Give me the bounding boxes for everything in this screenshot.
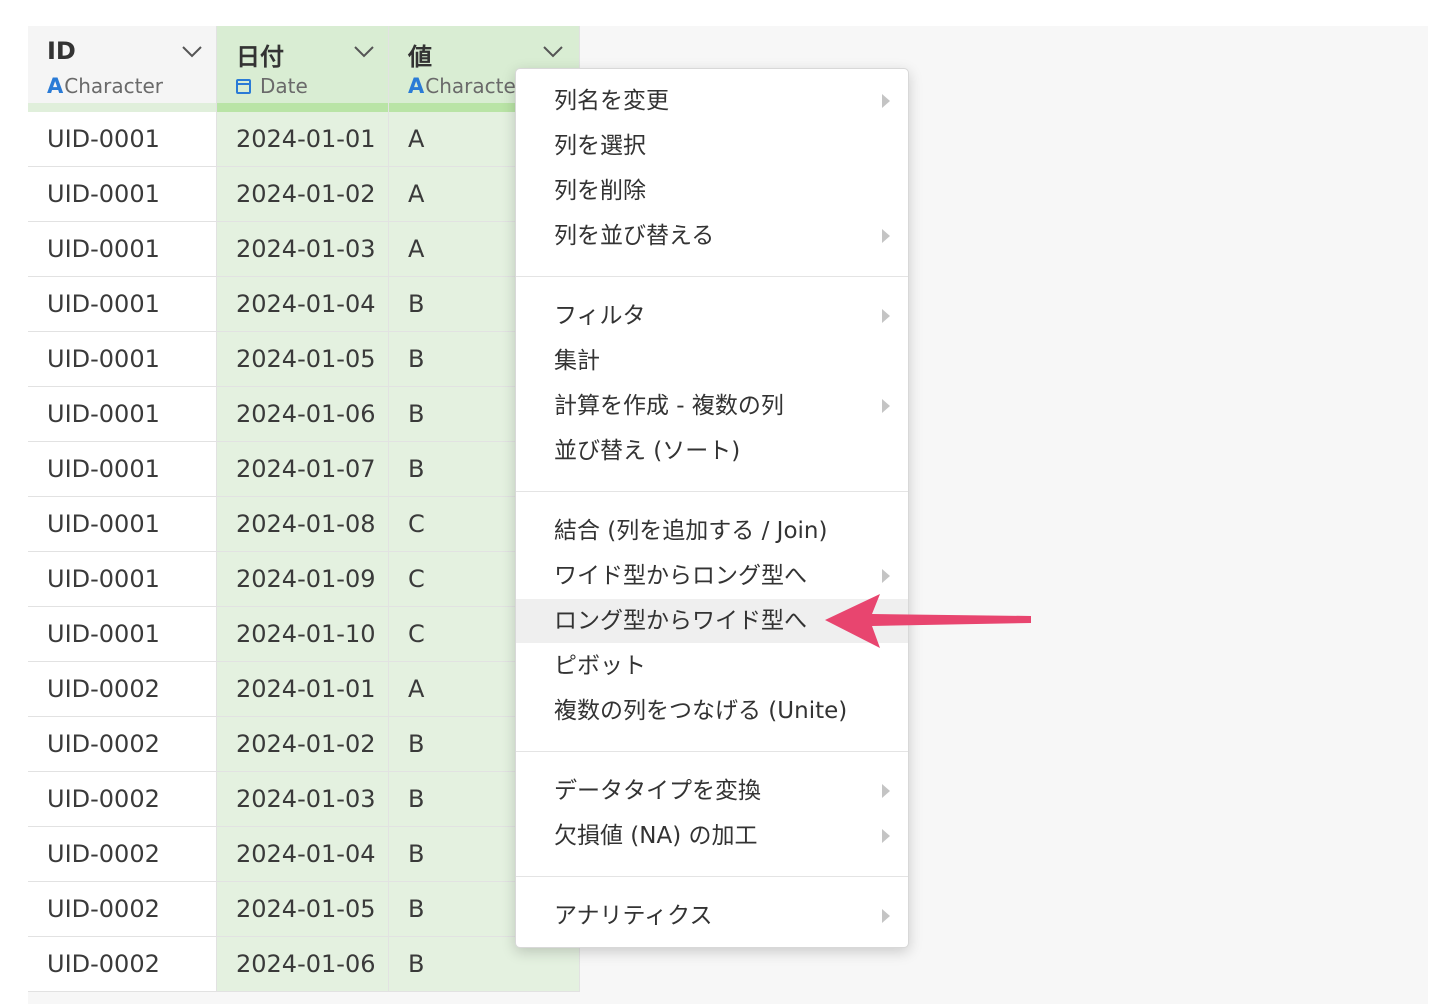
menu-item[interactable]: 列を並び替える [516,214,908,258]
column-type: A Characte [408,74,516,98]
table-cell[interactable]: 2024-01-07 [217,442,389,497]
menu-separator [516,751,908,752]
table-cell[interactable]: 2024-01-02 [217,717,389,772]
column-type-label: Characte [425,74,516,98]
column-id: ID A Character UID-0001 UID-0001 UID-0001 U… [28,26,217,992]
menu-item-label: 計算を作成 - 複数の列 [554,393,784,419]
column-type: Date [236,74,308,98]
letter-a-icon: A [47,74,64,98]
calendar-icon [236,78,251,94]
menu-item-label: 並び替え (ソート) [554,438,741,464]
menu-item-label: 列を並び替える [554,223,715,249]
triangle-right-icon [882,829,890,843]
menu-separator [516,276,908,277]
menu-separator [516,876,908,877]
column-cells: UID-0001 UID-0001 UID-0001 UID-0001 UID-0001… [28,112,217,992]
column-type-label: Character [64,74,164,98]
menu-item-label: アナリティクス [554,903,713,929]
table-cell[interactable]: 2024-01-02 [217,167,389,222]
table-cell[interactable]: 2024-01-06 [217,937,389,992]
menu-item-label: 複数の列をつなげる (Unite) [554,698,848,724]
table-cell[interactable]: UID-0001 [28,277,217,332]
column-selected-bar [217,103,389,112]
letter-a-icon: A [408,74,425,98]
table-cell[interactable]: UID-0001 [28,387,217,442]
column-name: 値 [408,43,432,71]
table-cell[interactable]: UID-0001 [28,112,217,167]
triangle-right-icon [882,784,890,798]
menu-item-label: フィルタ [554,303,646,329]
menu-item-label: ピボット [554,653,646,679]
table-cell[interactable]: 2024-01-01 [217,662,389,717]
column-context-menu: 列名を変更列を選択列を削除列を並び替える フィルタ集計計算を作成 - 複数の列 並び… [515,68,909,948]
column-type-label: Date [260,74,308,98]
menu-item-label: データタイプを変換 [554,778,761,804]
menu-item[interactable]: データタイプを変換 [516,769,908,813]
table-cell[interactable]: UID-0002 [28,827,217,882]
column-name: ID [47,37,76,65]
menu-item-label: 欠損値 (NA) の加工 [554,823,758,849]
table-cell[interactable]: 2024-01-03 [217,222,389,277]
menu-item[interactable]: フィルタ [516,294,908,338]
table-cell[interactable]: 2024-01-09 [217,552,389,607]
menu-item-label: 列を選択 [554,133,646,159]
column-type: A Character [47,74,163,98]
table-cell[interactable]: 2024-01-05 [217,332,389,387]
triangle-right-icon [882,94,890,108]
triangle-right-icon [882,569,890,583]
column-header-id[interactable]: ID A Character [28,26,217,103]
triangle-right-icon [882,399,890,413]
table-cell[interactable]: 2024-01-04 [217,277,389,332]
menu-item-label: 列名を変更 [554,88,669,114]
menu-item[interactable]: 複数の列をつなげる (Unite) [516,689,908,733]
table-cell[interactable]: UID-0001 [28,222,217,277]
column-name: 日付 [236,43,284,71]
menu-item-label: 集計 [554,348,600,374]
table-cell[interactable]: UID-0001 [28,167,217,222]
table-cell[interactable]: UID-0002 [28,662,217,717]
menu-separator [516,491,908,492]
table-cell[interactable]: UID-0002 [28,937,217,992]
menu-item[interactable]: 集計 [516,339,908,383]
column-date: 日付 Date 2024-01-01 2024-01-02 2024-01-03 20… [217,26,389,992]
table-cell[interactable]: UID-0001 [28,332,217,387]
menu-item[interactable]: 結合 (列を追加する / Join) [516,509,908,553]
table-cell[interactable]: UID-0002 [28,882,217,937]
table-cell[interactable]: UID-0001 [28,497,217,552]
triangle-right-icon [882,909,890,923]
menu-item-label: ワイド型からロング型へ [554,563,807,589]
table-cell[interactable]: 2024-01-04 [217,827,389,882]
chevron-down-icon[interactable] [543,46,563,58]
table-cell[interactable]: 2024-01-01 [217,112,389,167]
menu-item[interactable]: 列を選択 [516,124,908,168]
menu-item[interactable]: 計算を作成 - 複数の列 [516,384,908,428]
triangle-right-icon [882,229,890,243]
chevron-down-icon[interactable] [182,46,202,58]
menu-item-label: 列を削除 [554,178,646,204]
table-cell[interactable]: UID-0001 [28,552,217,607]
menu-item[interactable]: 欠損値 (NA) の加工 [516,814,908,858]
table-cell[interactable]: UID-0001 [28,442,217,497]
chevron-down-icon[interactable] [354,46,374,58]
menu-item[interactable]: 列名を変更 [516,79,908,123]
menu-item-label: ロング型からワイド型へ [554,608,807,634]
menu-item[interactable]: アナリティクス [516,894,908,938]
column-header-date[interactable]: 日付 Date [217,26,389,103]
table-cell[interactable]: 2024-01-06 [217,387,389,442]
column-bar [28,103,217,112]
menu-item[interactable]: 並び替え (ソート) [516,429,908,473]
menu-item-label: 結合 (列を追加する / Join) [554,518,828,544]
table-cell[interactable]: UID-0002 [28,772,217,827]
table-cell[interactable]: UID-0002 [28,717,217,772]
table-cell[interactable]: 2024-01-03 [217,772,389,827]
arrow-left-icon [825,594,1031,648]
column-cells: 2024-01-01 2024-01-02 2024-01-03 2024-01-04… [217,112,389,992]
triangle-right-icon [882,309,890,323]
table-cell[interactable]: 2024-01-05 [217,882,389,937]
table-cell[interactable]: 2024-01-08 [217,497,389,552]
table-cell[interactable]: 2024-01-10 [217,607,389,662]
table-cell[interactable]: UID-0001 [28,607,217,662]
menu-item[interactable]: 列を削除 [516,169,908,213]
